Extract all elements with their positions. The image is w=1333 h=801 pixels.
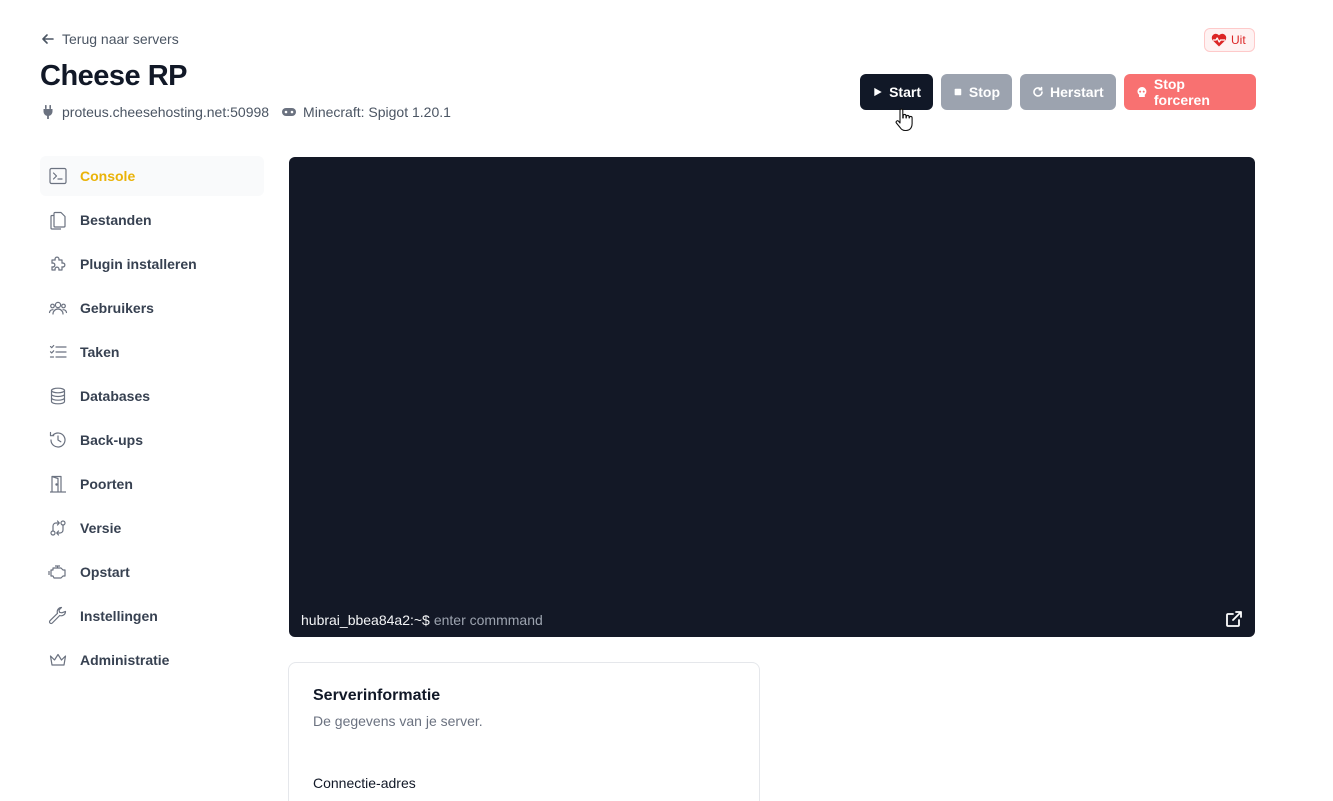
sidebar-item-label: Console: [80, 168, 136, 184]
server-info-title: Serverinformatie: [313, 687, 441, 704]
sidebar-nav: Console Bestanden Plugin installeren Geb…: [40, 156, 264, 684]
history-icon: [49, 431, 66, 448]
sidebar-item-administratie[interactable]: Administratie: [40, 640, 264, 680]
sidebar-item-instellingen[interactable]: Instellingen: [40, 596, 264, 636]
sidebar-item-poorten[interactable]: Poorten: [40, 464, 264, 504]
console-command-input[interactable]: [433, 612, 834, 628]
sidebar-item-taken[interactable]: Taken: [40, 332, 264, 372]
stop-icon: [954, 88, 962, 96]
server-address-text: proteus.cheesehosting.net:50998: [62, 104, 270, 120]
stop-button[interactable]: Stop: [941, 74, 1012, 110]
wrench-icon: [48, 606, 67, 625]
page-title: Cheese RP: [40, 60, 188, 92]
sidebar-item-back-ups[interactable]: Back-ups: [40, 420, 264, 460]
engine-icon: [48, 565, 66, 579]
sidebar-item-versie[interactable]: Versie: [40, 508, 264, 548]
checklist-icon: [49, 344, 67, 358]
sidebar-item-label: Databases: [80, 388, 151, 404]
files-icon: [50, 211, 66, 230]
console-prompt-label: hubrai_bbea84a2:~$: [301, 612, 430, 628]
back-link-label: Terug naar servers: [62, 31, 179, 47]
connection-address-label: Connectie-adres: [313, 775, 416, 791]
server-info-subtitle: De gegevens van je server.: [313, 713, 483, 729]
sidebar-item-label: Back-ups: [80, 432, 144, 448]
users-icon: [48, 301, 68, 315]
server-game-text: Minecraft: Spigot 1.20.1: [303, 104, 451, 120]
sidebar-item-label: Instellingen: [80, 608, 158, 624]
restart-button-label: Herstart: [1050, 84, 1104, 100]
gamepad-icon: [282, 108, 297, 116]
sidebar-item-gebruikers[interactable]: Gebruikers: [40, 288, 264, 328]
external-link-icon[interactable]: [1225, 610, 1243, 628]
force-stop-button-label: Stop forceren: [1153, 76, 1210, 108]
door-icon: [50, 475, 66, 493]
status-badge: Uit: [1204, 28, 1255, 52]
arrow-left-icon: [42, 34, 54, 44]
start-button-label: Start: [889, 84, 921, 100]
server-address: proteus.cheesehosting.net:50998: [40, 104, 269, 120]
power-actions: Start Stop Herstart Stop forceren: [860, 74, 1256, 110]
sidebar-item-label: Versie: [80, 520, 122, 536]
sidebar-item-label: Administratie: [80, 652, 170, 668]
stop-button-label: Stop: [968, 84, 1000, 100]
sidebar-item-label: Bestanden: [80, 212, 152, 228]
sidebar-item-label: Poorten: [80, 476, 133, 492]
sidebar-item-opstart[interactable]: Opstart: [40, 552, 264, 592]
console-panel[interactable]: hubrai_bbea84a2:~$: [289, 157, 1255, 637]
server-meta: proteus.cheesehosting.net:50998 Minecraf…: [40, 104, 451, 120]
skull-icon: [1137, 87, 1147, 97]
back-to-servers-link[interactable]: Terug naar servers: [40, 31, 179, 47]
plug-icon: [43, 105, 53, 119]
sidebar-item-label: Gebruikers: [80, 300, 154, 316]
terminal-icon: [49, 167, 67, 185]
restart-button[interactable]: Herstart: [1020, 74, 1116, 110]
heart-pulse-icon: [1211, 33, 1227, 47]
version-icon: [50, 520, 66, 536]
sidebar-item-bestanden[interactable]: Bestanden: [40, 200, 264, 240]
console-prompt: hubrai_bbea84a2:~$: [301, 612, 834, 628]
status-label: Uit: [1231, 33, 1246, 47]
crown-icon: [49, 653, 67, 666]
play-icon: [874, 87, 882, 97]
sidebar-item-databases[interactable]: Databases: [40, 376, 264, 416]
force-stop-button[interactable]: Stop forceren: [1124, 74, 1256, 110]
sidebar-item-label: Plugin installeren: [80, 256, 197, 272]
server-info-card: Serverinformatie De gegevens van je serv…: [288, 662, 760, 801]
restart-icon: [1033, 86, 1043, 97]
sidebar-item-console[interactable]: Console: [40, 156, 264, 196]
start-button[interactable]: Start: [860, 74, 933, 110]
hand-cursor-icon: [895, 108, 913, 132]
sidebar-item-plugin-installeren[interactable]: Plugin installeren: [40, 244, 264, 284]
sidebar-item-label: Opstart: [80, 564, 130, 580]
puzzle-icon: [51, 256, 66, 271]
server-game: Minecraft: Spigot 1.20.1: [281, 104, 451, 120]
database-icon: [50, 387, 66, 405]
sidebar-item-label: Taken: [80, 344, 120, 360]
